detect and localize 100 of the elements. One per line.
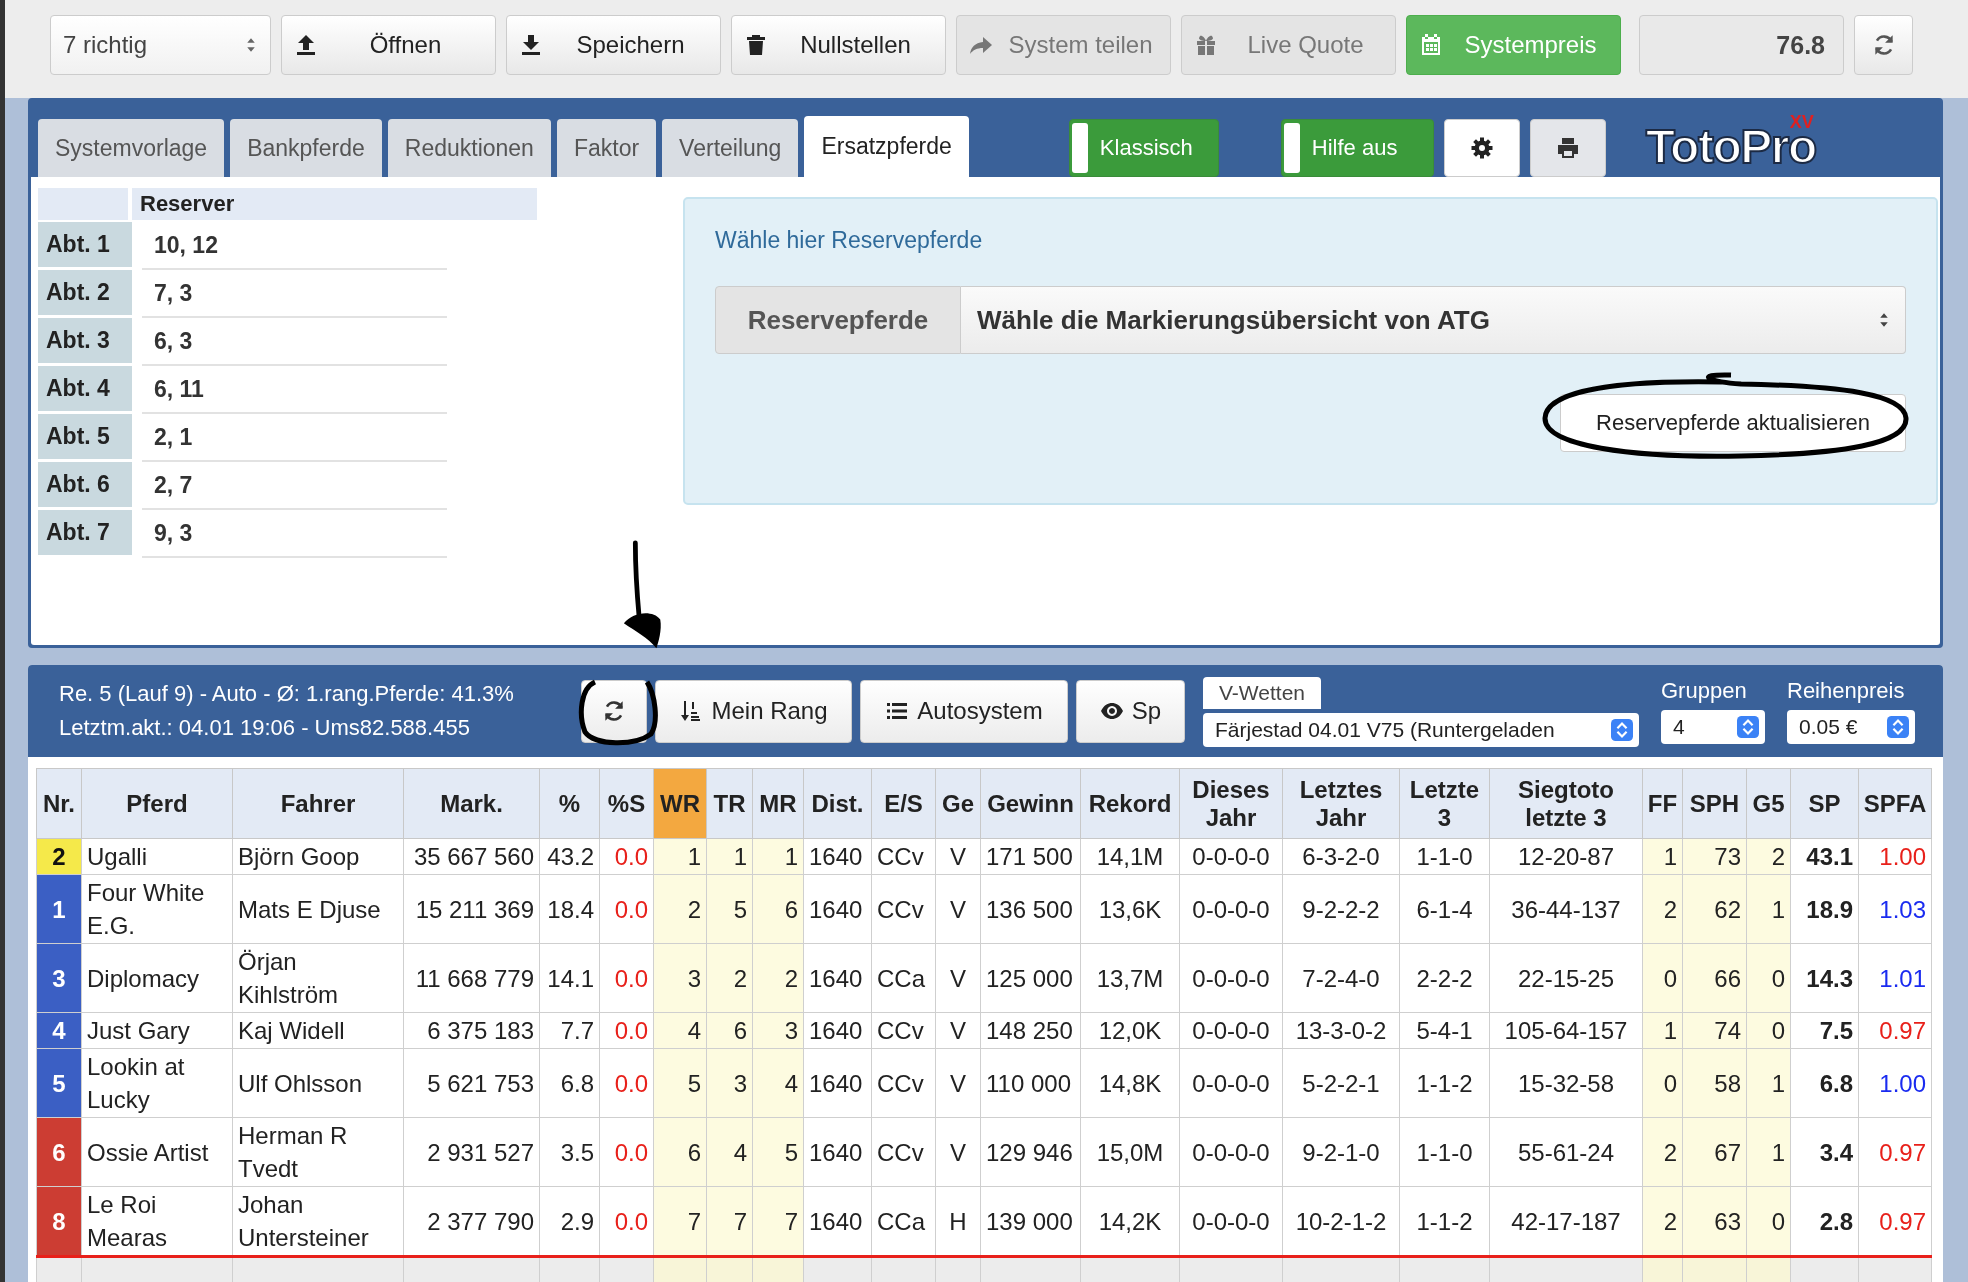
table-cell: 0.0 — [599, 1048, 654, 1118]
column-header[interactable]: TR — [706, 768, 753, 839]
column-header[interactable]: %S — [599, 768, 654, 839]
toolbar-button[interactable]: Autosystem — [860, 679, 1068, 743]
table-cell: 66 — [1682, 943, 1747, 1013]
table-cell: 2-2-2 — [1399, 943, 1490, 1013]
update-button[interactable]: Reservepferde aktualisieren — [1560, 394, 1906, 452]
table-cell: 1640 — [803, 1048, 872, 1118]
tab[interactable]: Faktor — [556, 119, 657, 177]
select-field[interactable]: 4 — [1661, 710, 1765, 744]
table-cell: 5-4-1 — [1399, 1012, 1490, 1049]
tab[interactable]: Verteilung — [662, 119, 799, 177]
table-cell: 3 — [653, 943, 707, 1013]
table-cell: 5-2-2-1 — [1282, 1048, 1400, 1118]
column-header[interactable]: SPFA — [1858, 768, 1932, 839]
table-cell: 2 — [1642, 1186, 1683, 1257]
table-cell: 6, 3 — [142, 318, 447, 366]
table-cell: Diplomacy — [81, 943, 233, 1013]
table-cell: Ulf Ohlsson — [232, 1048, 404, 1118]
column-header[interactable]: SP — [1790, 768, 1859, 839]
row-label: Abt. 3 — [38, 318, 132, 363]
field-label: Reservepferde — [715, 286, 961, 354]
field-label: Gruppen — [1661, 678, 1748, 704]
table-cell: 55-61-24 — [1489, 1117, 1643, 1187]
column-header[interactable]: Gewinn — [980, 768, 1081, 839]
column-header[interactable]: Dieses Jahr — [1179, 768, 1283, 839]
table-cell: 1 — [706, 838, 753, 875]
table-cell: 1-1-0 — [1399, 838, 1490, 875]
refresh-button[interactable] — [1854, 15, 1913, 75]
column-header[interactable]: SPH — [1682, 768, 1747, 839]
column-header: Reserver — [132, 188, 537, 220]
table-cell: 0 — [1642, 1048, 1683, 1118]
table-cell: 2 — [1746, 838, 1791, 875]
table-cell: 1 — [752, 838, 804, 875]
start-number: 6 — [36, 1117, 82, 1187]
column-header[interactable]: MR — [752, 768, 804, 839]
table-cell: 4 — [653, 1012, 707, 1049]
tab[interactable]: Reduktionen — [387, 119, 551, 177]
table-cell: CCa — [871, 943, 936, 1013]
column-header[interactable]: Fahrer — [232, 768, 404, 839]
column-header[interactable]: FF — [1642, 768, 1683, 839]
toolbar-button[interactable]: Sp — [1076, 679, 1185, 743]
column-header[interactable]: E/S — [871, 768, 936, 839]
toolbar-button[interactable]: Speichern — [506, 15, 721, 75]
column-header[interactable]: Mark. — [403, 768, 540, 839]
table-cell: Örjan Kihlström — [232, 943, 404, 1013]
table-cell: 2 — [706, 943, 753, 1013]
table-cell: 3.5 — [539, 1117, 600, 1187]
tab[interactable]: V-Wetten — [1203, 677, 1321, 709]
table-cell: 3 — [752, 1012, 804, 1049]
column-header[interactable]: Dist. — [803, 768, 872, 839]
select-field[interactable]: 0.05 € — [1787, 710, 1915, 744]
print-button[interactable] — [1529, 119, 1606, 177]
toggle-switch[interactable]: Klassisch — [1068, 119, 1219, 177]
table-cell: 9-2-2-2 — [1282, 874, 1400, 944]
table-cell: 0.0 — [599, 838, 654, 875]
column-header[interactable]: Letztes Jahr — [1282, 768, 1400, 839]
column-header[interactable]: % — [539, 768, 600, 839]
table-cell: 12,0K — [1080, 1012, 1180, 1049]
toolbar-button[interactable]: Öffnen — [281, 15, 496, 75]
select-field[interactable]: Wähle die Markierungsübersicht von ATG — [961, 286, 1906, 354]
table-cell: 2 — [1642, 874, 1683, 944]
table-cell: 5 — [752, 1117, 804, 1187]
settings-button[interactable] — [1443, 119, 1520, 177]
table-cell: 1640 — [803, 1012, 872, 1049]
tab[interactable]: Ersatzpferde — [804, 116, 969, 177]
column-header[interactable]: Pferd — [81, 768, 233, 839]
table-cell: 15-32-58 — [1489, 1048, 1643, 1118]
chevron-icon — [1611, 719, 1633, 741]
table-cell: 7 — [752, 1186, 804, 1257]
toggle-switch[interactable]: Hilfe aus — [1280, 119, 1434, 177]
column-header[interactable]: Rekord — [1080, 768, 1180, 839]
table-cell: Four White E.G. — [81, 874, 233, 944]
column-header[interactable]: Letzte 3 — [1399, 768, 1490, 839]
column-header[interactable]: WR — [653, 768, 707, 839]
table-cell: 1640 — [803, 874, 872, 944]
column-header[interactable]: G5 — [1746, 768, 1791, 839]
table-cell: 1 — [1746, 1117, 1791, 1187]
toolbar-button[interactable]: Mein Rang — [655, 679, 852, 743]
column-header[interactable]: Siegtoto letzte 3 — [1489, 768, 1643, 839]
column-header[interactable]: Ge — [935, 768, 981, 839]
table-cell: 129 946 — [980, 1117, 1081, 1187]
table-cell: 2 931 527 — [403, 1117, 540, 1187]
select-field[interactable]: Färjestad 04.01 V75 (Runtergeladen — [1203, 713, 1639, 747]
table-cell: Ugalli — [81, 838, 233, 875]
row-label: Abt. 1 — [38, 222, 132, 267]
tab[interactable]: Bankpferde — [230, 119, 382, 177]
row-label: Abt. 7 — [38, 510, 132, 555]
start-number: 5 — [36, 1048, 82, 1118]
table-cell: V — [935, 874, 981, 944]
column-header[interactable]: Nr. — [36, 768, 82, 839]
table-cell: CCv — [871, 874, 936, 944]
tab[interactable]: Systemvorlage — [38, 119, 225, 177]
table-cell: 0.0 — [599, 874, 654, 944]
table-cell: 6-1-4 — [1399, 874, 1490, 944]
toolbar-button[interactable]: Nullstellen — [731, 15, 946, 75]
table-cell: 0-0-0-0 — [1179, 838, 1283, 875]
select-field[interactable]: 7 richtig — [50, 15, 271, 75]
table-cell: 0 — [1746, 1186, 1791, 1257]
table-cell: CCv — [871, 1048, 936, 1118]
